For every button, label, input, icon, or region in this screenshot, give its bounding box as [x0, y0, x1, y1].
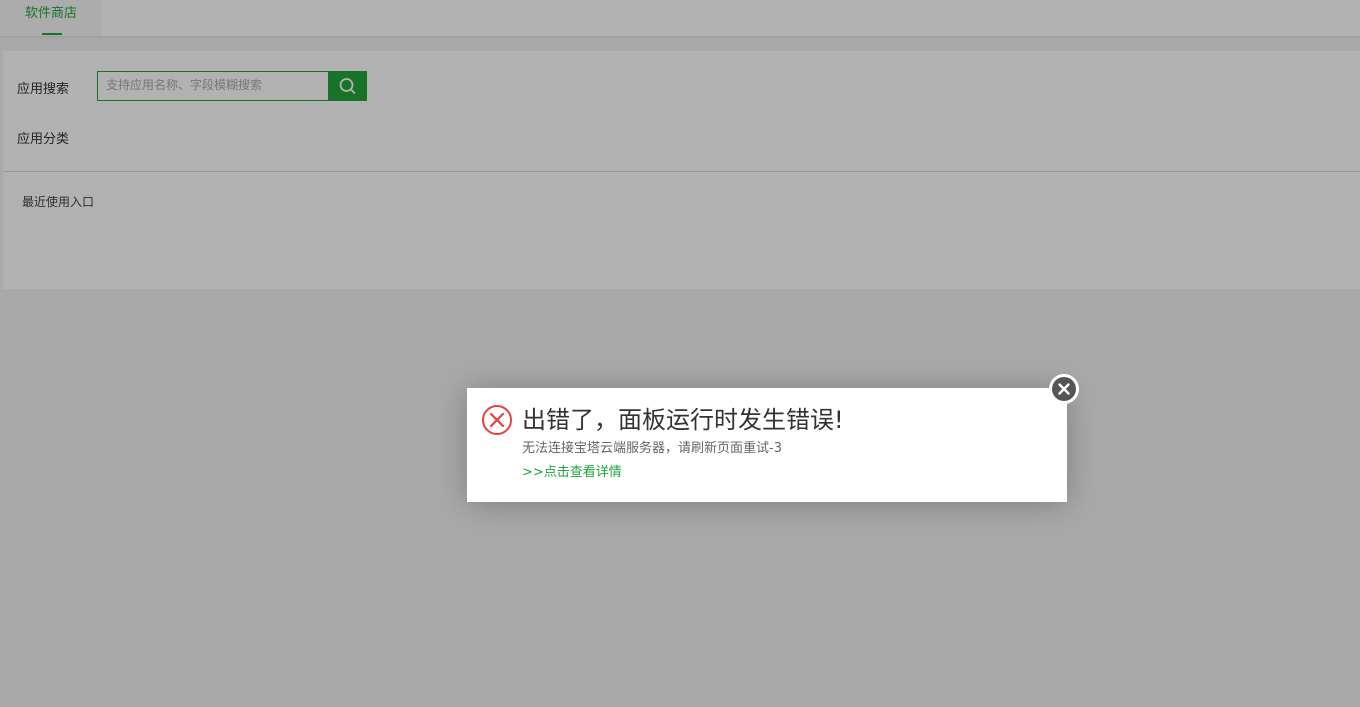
dialog-title: 出错了，面板运行时发生错误!: [522, 406, 844, 434]
dialog-message: 无法连接宝塔云端服务器，请刷新页面重试-3: [522, 441, 782, 456]
view-details-link[interactable]: >>点击查看详情: [522, 461, 622, 480]
close-icon: [1052, 377, 1076, 401]
page: 软件商店 应用搜索 应用分类 最近使用入口: [0, 0, 1360, 707]
modal-overlay[interactable]: [0, 0, 1360, 707]
dialog-close-button[interactable]: [1049, 374, 1079, 404]
error-circle-icon: [482, 405, 512, 435]
error-dialog: 出错了，面板运行时发生错误! 无法连接宝塔云端服务器，请刷新页面重试-3 >>点…: [467, 374, 1079, 502]
